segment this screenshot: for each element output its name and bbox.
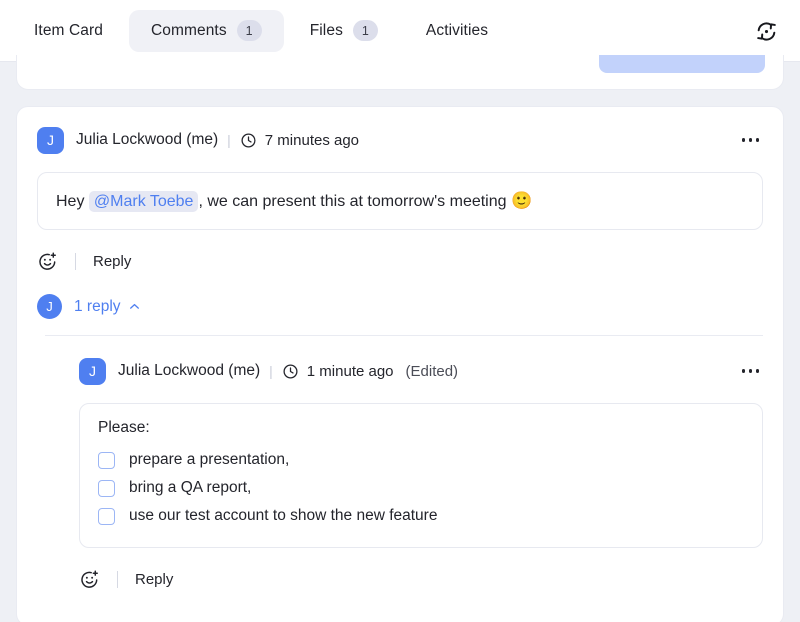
comment-author: Julia Lockwood (me) — [76, 131, 218, 149]
comment-text-suffix: , we can present this at tomorrow's meet… — [198, 193, 511, 210]
reply-edited-label: (Edited) — [406, 363, 459, 380]
reply-item: J Julia Lockwood (me) | 1 minute ago (Ed… — [79, 356, 763, 596]
checklist-title: Please: — [98, 419, 744, 437]
editor-submit-button[interactable] — [599, 55, 765, 73]
reply-header: J Julia Lockwood (me) | 1 minute ago (Ed… — [79, 356, 763, 386]
reply-avatar: J — [79, 358, 106, 385]
tab-bar: Item Card Comments 1 Files 1 Activities — [0, 0, 800, 62]
avatar: J — [37, 127, 64, 154]
checklist-item: bring a QA report, — [98, 474, 744, 502]
reply-actions: Reply — [79, 562, 763, 596]
tab-activities-label: Activities — [426, 22, 488, 40]
reply-avatar-initial: J — [89, 363, 96, 379]
tab-files[interactable]: Files 1 — [288, 10, 400, 52]
checkbox-icon[interactable] — [98, 508, 115, 525]
thread-toggle[interactable]: J 1 reply — [37, 294, 763, 319]
tab-comments-badge: 1 — [237, 20, 262, 41]
tab-comments[interactable]: Comments 1 — [129, 10, 284, 52]
chevron-up-icon — [128, 300, 141, 313]
tab-item-card[interactable]: Item Card — [12, 10, 125, 52]
more-options-icon[interactable] — [738, 363, 764, 379]
thread-avatar: J — [37, 294, 62, 319]
reply-author: Julia Lockwood (me) — [118, 362, 260, 380]
separator: | — [227, 132, 231, 148]
smiley-emoji: 🙂 — [511, 191, 532, 210]
reply-button[interactable]: Reply — [93, 253, 131, 270]
checklist-item-label: bring a QA report, — [129, 479, 251, 497]
thread-divider — [45, 335, 763, 336]
thread-avatar-initial: J — [46, 299, 53, 314]
avatar-initial: J — [47, 132, 54, 148]
add-reaction-icon[interactable] — [79, 569, 100, 590]
clock-icon — [240, 132, 257, 149]
reply-separator: | — [269, 363, 273, 379]
tab-activities[interactable]: Activities — [404, 10, 510, 52]
comment-text-prefix: Hey — [56, 193, 89, 210]
add-reaction-icon[interactable] — [37, 251, 58, 272]
checkbox-icon[interactable] — [98, 480, 115, 497]
tab-files-label: Files — [310, 22, 343, 40]
checkbox-icon[interactable] — [98, 452, 115, 469]
tab-files-badge: 1 — [353, 20, 378, 41]
tab-item-card-label: Item Card — [34, 22, 103, 40]
comment-body: Hey @Mark Toebe, we can present this at … — [37, 172, 763, 230]
reply-checklist-body: Please: prepare a presentation, bring a … — [79, 403, 763, 548]
checklist-item-label: use our test account to show the new fea… — [129, 507, 437, 525]
tab-comments-label: Comments — [151, 22, 227, 40]
tab-list: Item Card Comments 1 Files 1 Activities — [0, 0, 512, 61]
comment-timestamp: 7 minutes ago — [265, 132, 359, 149]
action-divider — [75, 253, 76, 270]
thread-toggle-label: 1 reply — [74, 298, 121, 316]
checklist-item-label: prepare a presentation, — [129, 451, 289, 469]
checklist-item: prepare a presentation, — [98, 446, 744, 474]
refresh-sync-icon[interactable] — [750, 15, 782, 47]
clock-icon — [282, 363, 299, 380]
comment-header: J Julia Lockwood (me) | 7 minutes ago — [37, 125, 763, 155]
comment-card: J Julia Lockwood (me) | 7 minutes ago He… — [16, 106, 784, 622]
reply-button[interactable]: Reply — [135, 571, 173, 588]
more-options-icon[interactable] — [738, 132, 764, 148]
comment-editor-card — [16, 55, 784, 90]
action-divider — [117, 571, 118, 588]
checklist-item: use our test account to show the new fea… — [98, 502, 744, 530]
comment-actions: Reply — [37, 244, 763, 278]
reply-timestamp: 1 minute ago — [307, 363, 394, 380]
mention-chip[interactable]: @Mark Toebe — [89, 191, 199, 212]
